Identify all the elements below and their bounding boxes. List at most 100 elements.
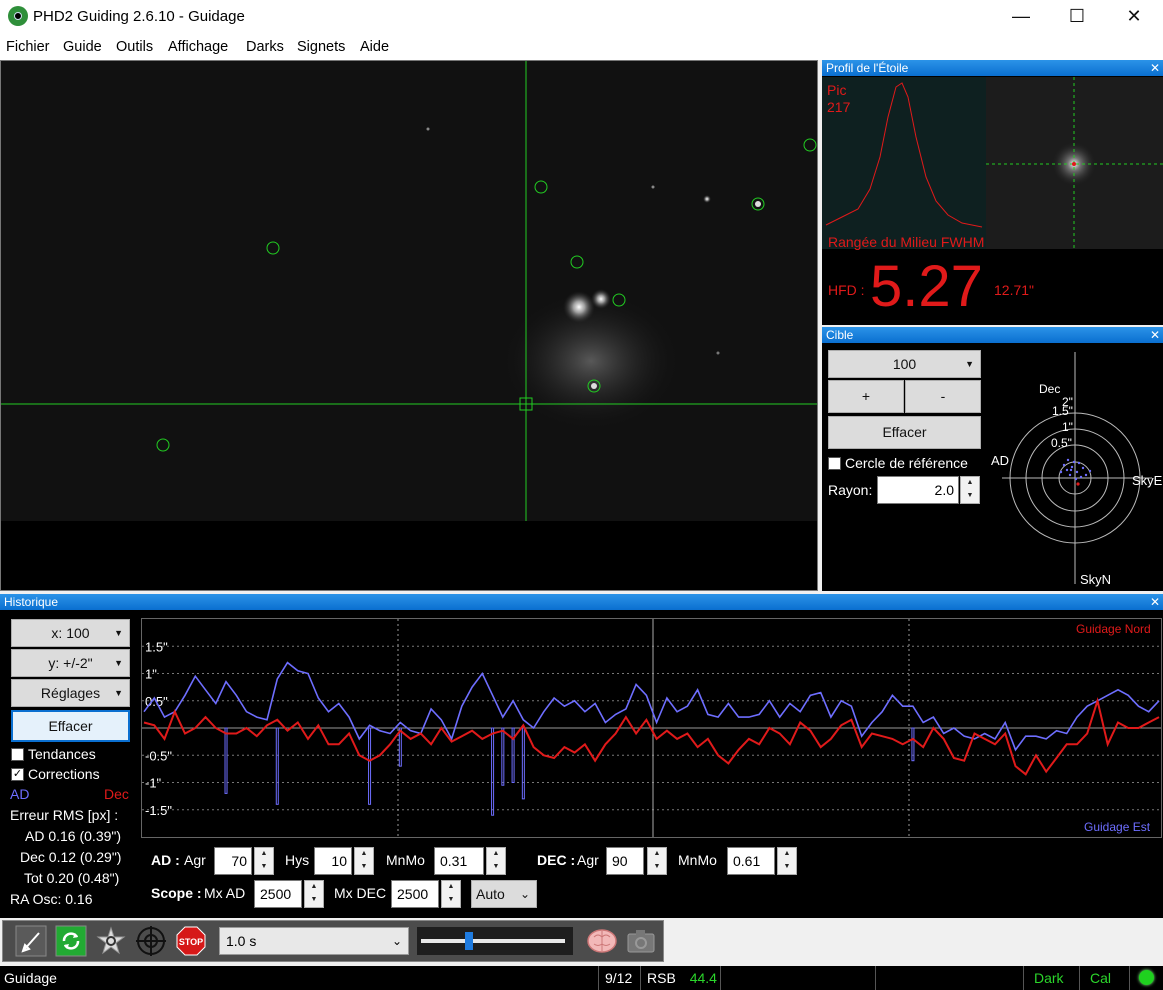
mx-ad-label: Mx AD — [204, 885, 246, 901]
centroid-marker — [1072, 162, 1076, 166]
dec-mode-select[interactable]: Auto ⌄ — [471, 880, 537, 908]
dec-agr-input[interactable]: 90 — [606, 847, 644, 875]
mx-dec-spinner[interactable]: ▲ ▼ — [441, 880, 461, 908]
brain-advanced-settings-icon[interactable] — [585, 925, 617, 957]
x-scale-select[interactable]: x: 100 ▼ — [11, 619, 130, 647]
spin-down-icon[interactable]: ▼ — [778, 861, 796, 874]
menu-outils[interactable]: Outils — [116, 39, 153, 55]
dec-legend: Dec — [104, 786, 129, 802]
maximize-icon[interactable]: ☐ — [1049, 0, 1105, 34]
ra-hys-input[interactable]: 10 — [314, 847, 352, 875]
ra-agr-input[interactable]: 70 — [214, 847, 252, 875]
window-title: PHD2 Guiding 2.6.10 - Guidage — [33, 8, 245, 25]
spin-up-icon[interactable]: ▲ — [305, 881, 323, 894]
rms-error-title: Erreur RMS [px] : — [10, 807, 119, 823]
ra-mnmo-spinner[interactable]: ▲ ▼ — [486, 847, 506, 875]
spin-up-icon[interactable]: ▲ — [355, 848, 373, 861]
ra-section-label: AD : — [151, 852, 180, 868]
menu-signets[interactable]: Signets — [297, 39, 345, 55]
stop-icon[interactable]: STOP — [175, 925, 207, 957]
ra-agr-spinner[interactable]: ▲ ▼ — [254, 847, 274, 875]
spin-down-icon[interactable]: ▼ — [961, 490, 979, 503]
svg-text:STOP: STOP — [179, 937, 203, 947]
close-icon[interactable]: ✕ — [1150, 60, 1160, 76]
ra-hys-spinner[interactable]: ▲ ▼ — [354, 847, 374, 875]
ra-mnmo-input[interactable]: 0.31 — [434, 847, 484, 875]
zoom-out-button[interactable]: - — [905, 380, 981, 413]
mx-dec-input[interactable]: 2500 — [391, 880, 439, 908]
star — [716, 351, 720, 355]
spin-up-icon[interactable]: ▲ — [961, 477, 979, 490]
ra-correction-bar — [521, 727, 525, 800]
y-scale-select[interactable]: y: +/-2" ▼ — [11, 649, 130, 677]
star — [426, 127, 430, 131]
target-skyn-label: SkyN — [1080, 572, 1112, 587]
corrections-checkbox[interactable]: ✓ — [11, 768, 24, 781]
camera-settings-icon[interactable] — [625, 925, 657, 957]
dec-agr-spinner[interactable]: ▲ ▼ — [647, 847, 667, 875]
spin-down-icon[interactable]: ▼ — [255, 861, 273, 874]
spin-down-icon[interactable]: ▼ — [355, 861, 373, 874]
ra-agr-label: Agr — [184, 852, 206, 868]
connect-equipment-icon[interactable] — [15, 925, 47, 957]
star-field[interactable] — [1, 61, 818, 591]
rms-tot-value: Tot 0.20 (0.48") — [24, 870, 120, 886]
radius-input[interactable]: 2.0 — [877, 476, 959, 504]
spin-up-icon[interactable]: ▲ — [778, 848, 796, 861]
trends-checkbox[interactable] — [11, 748, 24, 761]
dec-mnmo-input[interactable]: 0.61 — [727, 847, 775, 875]
close-icon[interactable]: ✕ — [1150, 594, 1160, 610]
menu-affichage[interactable]: Affichage — [168, 39, 228, 55]
status-field-blank — [875, 966, 1023, 990]
target-clear-button[interactable]: Effacer — [828, 416, 981, 449]
spin-up-icon[interactable]: ▲ — [442, 881, 460, 894]
close-icon[interactable]: ✕ — [1106, 0, 1162, 34]
target-zoom-select[interactable]: 100 ▼ — [828, 350, 981, 378]
chevron-down-icon: ▼ — [114, 658, 123, 668]
camera-image-view[interactable] — [0, 60, 818, 591]
peak-label: Pic — [827, 82, 847, 98]
spin-down-icon[interactable]: ▼ — [305, 894, 323, 907]
menu-darks[interactable]: Darks — [246, 39, 284, 55]
ra-correction-bar — [398, 727, 402, 767]
exposure-select[interactable]: 1.0 s ⌄ — [219, 927, 409, 955]
gamma-slider-thumb[interactable] — [464, 932, 473, 950]
target-title: Cible ✕ — [822, 327, 1163, 343]
y-tick-label: -1" — [145, 776, 162, 791]
frame-count: 9/12 — [598, 966, 640, 990]
ra-correction-bar — [275, 727, 279, 805]
spin-down-icon[interactable]: ▼ — [648, 861, 666, 874]
spin-down-icon[interactable]: ▼ — [487, 861, 505, 874]
auto-select-star-icon[interactable] — [95, 925, 127, 957]
spin-up-icon[interactable]: ▲ — [487, 848, 505, 861]
peak-value: 217 — [827, 99, 851, 115]
mx-ad-input[interactable]: 2500 — [254, 880, 302, 908]
star — [755, 201, 761, 207]
dec-agr-label: Agr — [577, 852, 599, 868]
guide-icon[interactable] — [135, 925, 167, 957]
settings-label: Réglages — [40, 685, 101, 701]
loop-icon[interactable] — [55, 925, 87, 957]
ra-legend: AD — [10, 786, 30, 802]
close-icon[interactable]: ✕ — [1150, 327, 1160, 343]
mx-ad-spinner[interactable]: ▲ ▼ — [304, 880, 324, 908]
reference-circle-checkbox[interactable] — [828, 457, 841, 470]
menu-aide[interactable]: Aide — [360, 39, 389, 55]
dec-mnmo-spinner[interactable]: ▲ ▼ — [777, 847, 797, 875]
history-settings-button[interactable]: Réglages ▼ — [11, 679, 130, 707]
history-graph[interactable]: 1.5" 1" 0.5" -0.5" -1" -1.5" — [141, 618, 1162, 838]
zoom-in-button[interactable]: + — [828, 380, 904, 413]
minimize-icon[interactable]: — — [993, 0, 1049, 34]
spin-up-icon[interactable]: ▲ — [255, 848, 273, 861]
history-clear-button[interactable]: Effacer — [11, 710, 130, 742]
gamma-slider[interactable] — [417, 927, 573, 955]
radius-spinner[interactable]: ▲ ▼ — [960, 476, 980, 504]
menu-guide[interactable]: Guide — [63, 39, 102, 55]
connection-led — [1129, 966, 1163, 990]
menu-fichier[interactable]: Fichier — [6, 39, 50, 55]
gamma-slider-track — [421, 939, 565, 943]
ra-correction-bar — [224, 727, 228, 794]
spin-up-icon[interactable]: ▲ — [648, 848, 666, 861]
spin-down-icon[interactable]: ▼ — [442, 894, 460, 907]
chevron-down-icon: ⌄ — [391, 934, 402, 948]
